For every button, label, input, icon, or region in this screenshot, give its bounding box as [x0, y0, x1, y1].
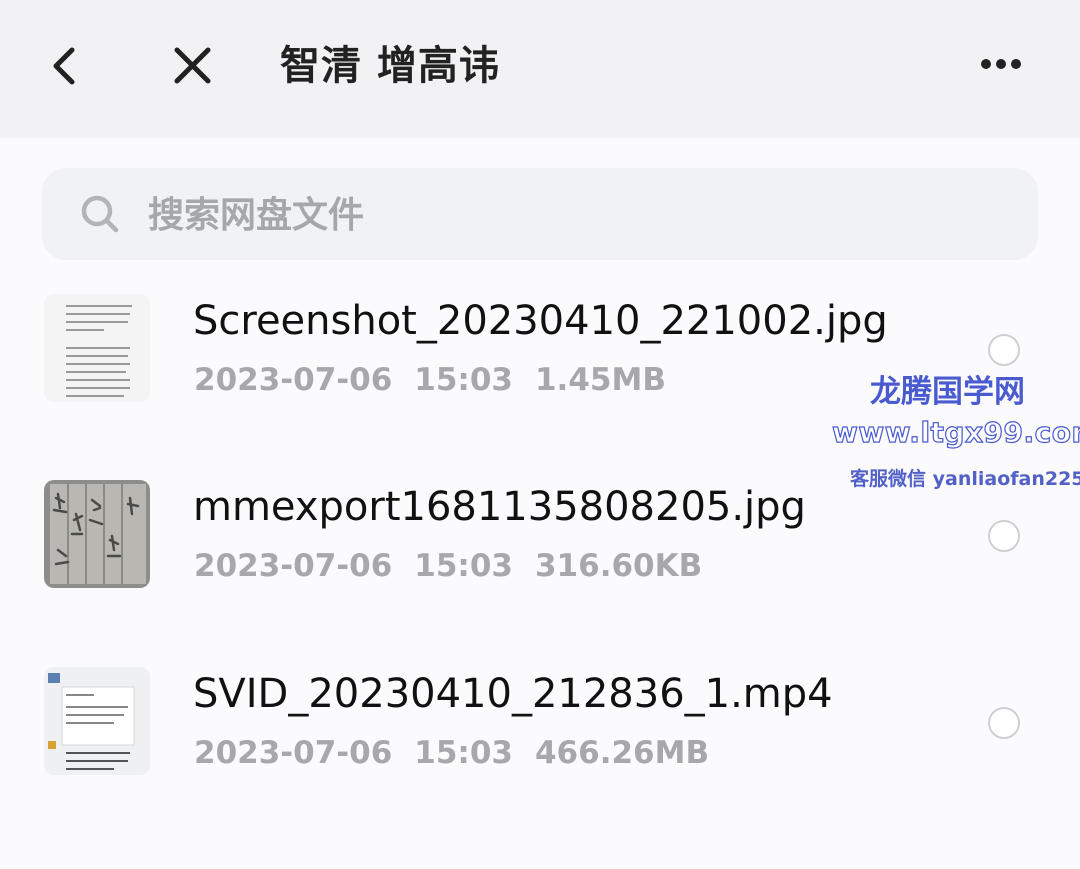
page-title: 智清 增高讳	[280, 43, 500, 89]
file-name: mmexport1681135808205.jpg	[193, 484, 806, 530]
screenshot-text-thumbnail	[44, 294, 150, 402]
file-list-item[interactable]: SVID_20230410_212836_1.mp4 2023-07-06 15:…	[0, 657, 1080, 807]
file-time: 15:03	[414, 735, 513, 771]
chat-video-thumbnail	[44, 667, 150, 775]
handwriting-photo-thumbnail	[44, 480, 150, 588]
watermark-contact: 客服微信 yanliaofan225	[850, 468, 1080, 490]
more-horizontal-icon	[981, 59, 1021, 69]
file-list-item[interactable]: Screenshot_20230410_221002.jpg 2023-07-0…	[0, 284, 1080, 434]
more-button[interactable]	[968, 40, 1034, 88]
select-radio[interactable]	[988, 520, 1020, 552]
file-time: 15:03	[414, 548, 513, 584]
file-date: 2023-07-06	[194, 548, 393, 584]
file-list-item[interactable]: mmexport1681135808205.jpg 2023-07-06 15:0…	[0, 470, 1080, 620]
back-button[interactable]	[40, 36, 96, 96]
close-icon	[174, 47, 211, 84]
file-list-page: 智清 增高讳 搜索网盘文件 Screenshot_20230410_221002…	[0, 0, 1080, 869]
file-meta: 2023-07-06 15:03 316.60KB	[194, 548, 724, 584]
watermark-title: 龙腾国学网	[870, 374, 1025, 410]
file-size: 466.26MB	[534, 735, 710, 771]
file-name: SVID_20230410_212836_1.mp4	[193, 671, 833, 717]
file-meta: 2023-07-06 15:03 1.45MB	[194, 362, 688, 398]
file-size: 316.60KB	[534, 548, 703, 584]
file-name: Screenshot_20230410_221002.jpg	[193, 298, 888, 344]
file-time: 15:03	[414, 362, 513, 398]
search-icon	[81, 195, 119, 233]
file-date: 2023-07-06	[194, 735, 393, 771]
close-button[interactable]	[162, 36, 224, 96]
search-bar[interactable]	[42, 168, 1038, 260]
watermark-url: www.ltgx99.com	[831, 415, 1080, 449]
chevron-left-icon	[53, 47, 75, 85]
search-input[interactable]	[146, 182, 1010, 248]
select-radio[interactable]	[988, 707, 1020, 739]
select-radio[interactable]	[988, 334, 1020, 366]
top-bar: 智清 增高讳	[0, 0, 1080, 138]
file-date: 2023-07-06	[194, 362, 393, 398]
file-size: 1.45MB	[534, 362, 666, 398]
file-meta: 2023-07-06 15:03 466.26MB	[194, 735, 731, 771]
